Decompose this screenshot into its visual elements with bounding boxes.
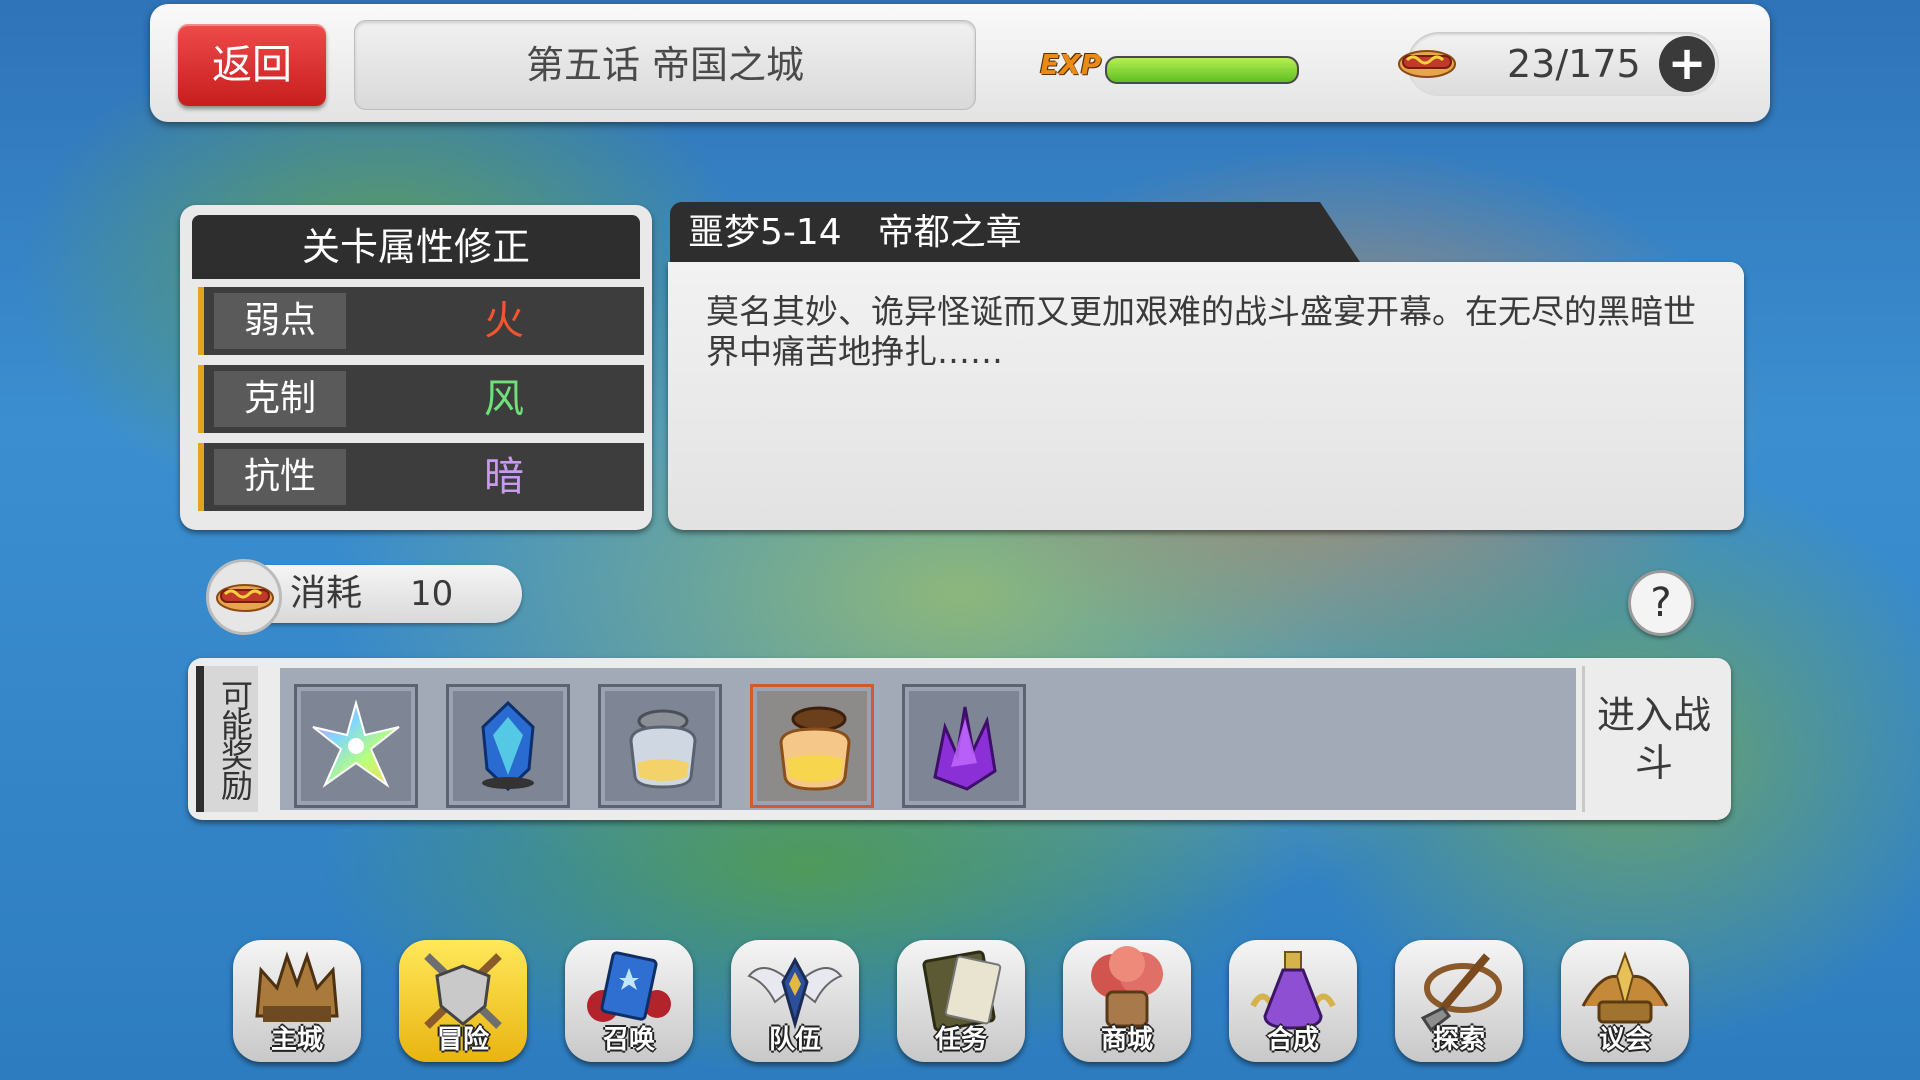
nav-label: 冒险 <box>436 1025 489 1055</box>
top-bar: 返回 第五话 帝国之城 EXP 23/175 + <box>150 4 1770 122</box>
attribute-value: 火 <box>484 298 524 344</box>
rainbow-star-icon <box>312 699 400 788</box>
nav-label: 合成 <box>1266 1025 1319 1055</box>
nav-quest[interactable]: 任务 <box>897 940 1025 1062</box>
nav-craft[interactable]: 合成 <box>1229 940 1357 1062</box>
nav-label: 主城 <box>270 1025 323 1055</box>
reward-item[interactable] <box>750 684 874 808</box>
exp-bar <box>1105 56 1299 84</box>
attribute-row-weakness: 弱点 火 <box>198 287 644 355</box>
reward-item[interactable] <box>902 684 1026 808</box>
nav-label: 议会 <box>1598 1025 1651 1055</box>
nav-council[interactable]: 议会 <box>1561 940 1689 1062</box>
stage-attribute-panel: 关卡属性修正 弱点 火 克制 风 抗性 暗 <box>180 205 652 530</box>
nav-label: 商城 <box>1100 1025 1153 1055</box>
nav-label: 召唤 <box>602 1025 655 1055</box>
nav-team[interactable]: 队伍 <box>731 940 859 1062</box>
cost-label: 消耗 <box>290 573 363 614</box>
stamina-value: 23/175 <box>1507 42 1641 86</box>
golden-jar-icon <box>779 706 851 791</box>
attribute-value: 暗 <box>484 454 524 500</box>
reward-item[interactable] <box>598 684 722 808</box>
stage-name: 噩梦5-14 帝都之章 <box>670 202 1360 262</box>
nav-shop[interactable]: 商城 <box>1063 940 1191 1062</box>
enter-battle-button[interactable]: 进入战斗 <box>1582 666 1723 812</box>
exp-bar-fill <box>1107 58 1297 82</box>
reward-bar: 可能奖励 进入战斗 <box>188 658 1731 820</box>
nav-main-city[interactable]: 主城 <box>233 940 361 1062</box>
attribute-label: 弱点 <box>214 293 346 349</box>
attribute-label: 抗性 <box>214 449 346 505</box>
chapter-title: 第五话 帝国之城 <box>354 20 976 110</box>
attribute-label: 克制 <box>214 371 346 427</box>
reward-item[interactable] <box>294 684 418 808</box>
stage-description: 莫名其妙、诡异怪诞而又更加艰难的战斗盛宴开幕。在无尽的黑暗世界中痛苦地挣扎…… <box>706 292 1696 371</box>
reward-item[interactable] <box>446 684 570 808</box>
reward-label: 可能奖励 <box>196 666 258 812</box>
cost-value: 10 <box>410 574 454 614</box>
purple-crystal-icon <box>933 706 997 791</box>
blue-crystal-icon <box>481 700 535 792</box>
attribute-row-resistance: 抗性 暗 <box>198 443 644 511</box>
add-stamina-button[interactable]: + <box>1659 36 1715 92</box>
nav-label: 任务 <box>934 1025 987 1055</box>
exp-label: EXP <box>1040 48 1102 81</box>
stage-description-panel: 莫名其妙、诡异怪诞而又更加艰难的战斗盛宴开幕。在无尽的黑暗世界中痛苦地挣扎…… <box>668 262 1744 530</box>
reward-list <box>280 668 1576 810</box>
stamina-display: 23/175 + <box>1398 32 1719 96</box>
nav-summon[interactable]: 召唤 <box>565 940 693 1062</box>
back-button[interactable]: 返回 <box>178 24 326 106</box>
nav-label: 探索 <box>1432 1025 1485 1055</box>
hotdog-icon <box>216 584 274 612</box>
attribute-row-counter: 克制 风 <box>198 365 644 433</box>
stamina-cost: 消耗 10 <box>206 559 522 635</box>
silver-jar-icon <box>629 709 697 789</box>
nav-explore[interactable]: 探索 <box>1395 940 1523 1062</box>
cost-icon-frame <box>206 559 282 635</box>
attribute-value: 风 <box>484 376 524 422</box>
attribute-panel-title: 关卡属性修正 <box>192 215 640 279</box>
nav-adventure[interactable]: 冒险 <box>399 940 527 1062</box>
nav-label: 队伍 <box>768 1025 821 1055</box>
help-button[interactable]: ? <box>1628 570 1694 636</box>
hotdog-icon <box>1398 50 1456 78</box>
